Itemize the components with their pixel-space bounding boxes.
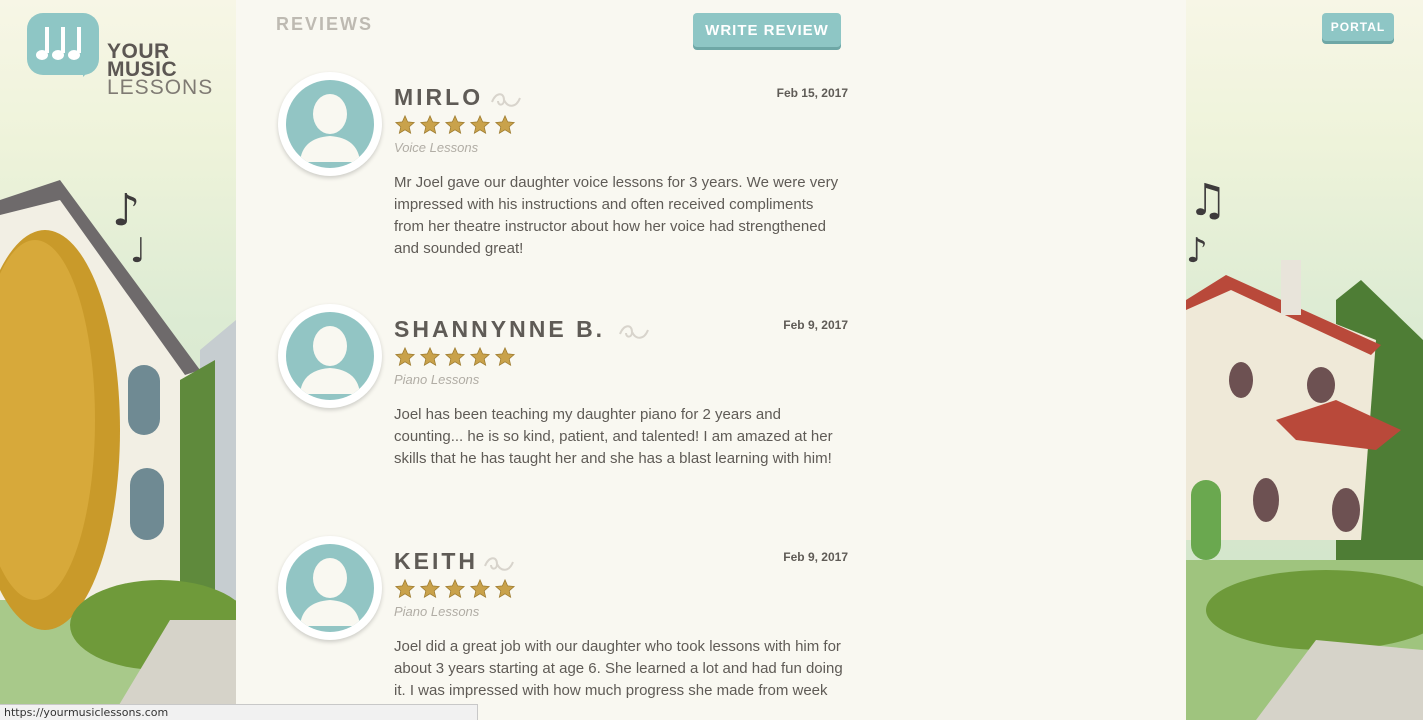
- reviewer-name: MIRLO: [394, 84, 484, 110]
- review-date: Feb 15, 2017: [776, 86, 848, 100]
- reviewer-name: SHANNYNNE B.: [394, 316, 606, 342]
- star-rating: [394, 346, 516, 368]
- portal-button[interactable]: PORTAL: [1322, 13, 1394, 41]
- star-icon: [494, 114, 516, 135]
- browser-status-bar: https://yourmusiclessons.com: [0, 704, 478, 720]
- house-illustration-right: ♫ ♪: [1186, 175, 1423, 720]
- review-date: Feb 9, 2017: [783, 318, 848, 332]
- lesson-type: Piano Lessons: [394, 372, 480, 387]
- svg-text:♫: ♫: [1188, 175, 1227, 226]
- star-icon: [394, 346, 416, 367]
- star-icon: [494, 578, 516, 599]
- swirl-icon: [484, 557, 514, 571]
- star-icon: [469, 346, 491, 367]
- avatar-placeholder-icon: [286, 312, 374, 400]
- logo-bubble-tail: [83, 63, 97, 77]
- review-date: Feb 9, 2017: [783, 550, 848, 564]
- star-icon: [419, 114, 441, 135]
- lesson-type: Piano Lessons: [394, 604, 480, 619]
- review-text: Joel has been teaching my daughter piano…: [394, 406, 833, 467]
- avatar-placeholder-icon: [286, 80, 374, 168]
- review-card: SHANNYNNE B. Feb 9, 2017 Piano Lessons J…: [278, 304, 848, 504]
- avatar: [278, 304, 382, 408]
- reviews-heading: REVIEWS: [276, 14, 374, 34]
- star-icon: [469, 114, 491, 135]
- review-card: MIRLO Feb 15, 2017 Voice Lessons Mr Joel…: [278, 72, 848, 272]
- star-icon: [444, 346, 466, 367]
- swirl-icon: [619, 325, 649, 339]
- star-rating: [394, 114, 516, 136]
- write-review-button[interactable]: WRITE REVIEW: [693, 13, 841, 47]
- star-icon: [394, 578, 416, 599]
- reviewer-name: KEITH: [394, 548, 478, 574]
- avatar: [278, 536, 382, 640]
- star-icon: [419, 346, 441, 367]
- star-icon: [444, 114, 466, 135]
- star-icon: [469, 578, 491, 599]
- review-card: KEITH Feb 9, 2017 Piano Lessons Joel did…: [278, 536, 848, 720]
- logo-wordmark: YOUR MUSIC LESSONS: [107, 41, 214, 99]
- svg-text:♪: ♪: [112, 185, 140, 236]
- right-scenery: ♫ ♪: [1186, 0, 1423, 720]
- logo-line-3: LESSONS: [107, 76, 214, 99]
- lesson-type: Voice Lessons: [394, 140, 479, 155]
- house-illustration-left: ♪ ♩: [0, 180, 236, 720]
- review-text: Mr Joel gave our daughter voice lessons …: [394, 174, 839, 257]
- site-logo[interactable]: YOUR MUSIC LESSONS: [27, 13, 217, 103]
- star-icon: [419, 578, 441, 599]
- avatar-placeholder-icon: [286, 544, 374, 632]
- star-rating: [394, 578, 516, 600]
- svg-text:♩: ♩: [130, 231, 146, 271]
- left-scenery: ♪ ♩ YOUR MUSIC LESSONS: [0, 0, 236, 720]
- star-icon: [494, 346, 516, 367]
- star-icon: [444, 578, 466, 599]
- swirl-icon: [491, 93, 521, 107]
- star-icon: [394, 114, 416, 135]
- svg-text:♪: ♪: [1186, 231, 1208, 271]
- reviews-panel: REVIEWS WRITE REVIEW MIRLO Feb 15, 2017 …: [236, 0, 1186, 720]
- avatar: [278, 72, 382, 176]
